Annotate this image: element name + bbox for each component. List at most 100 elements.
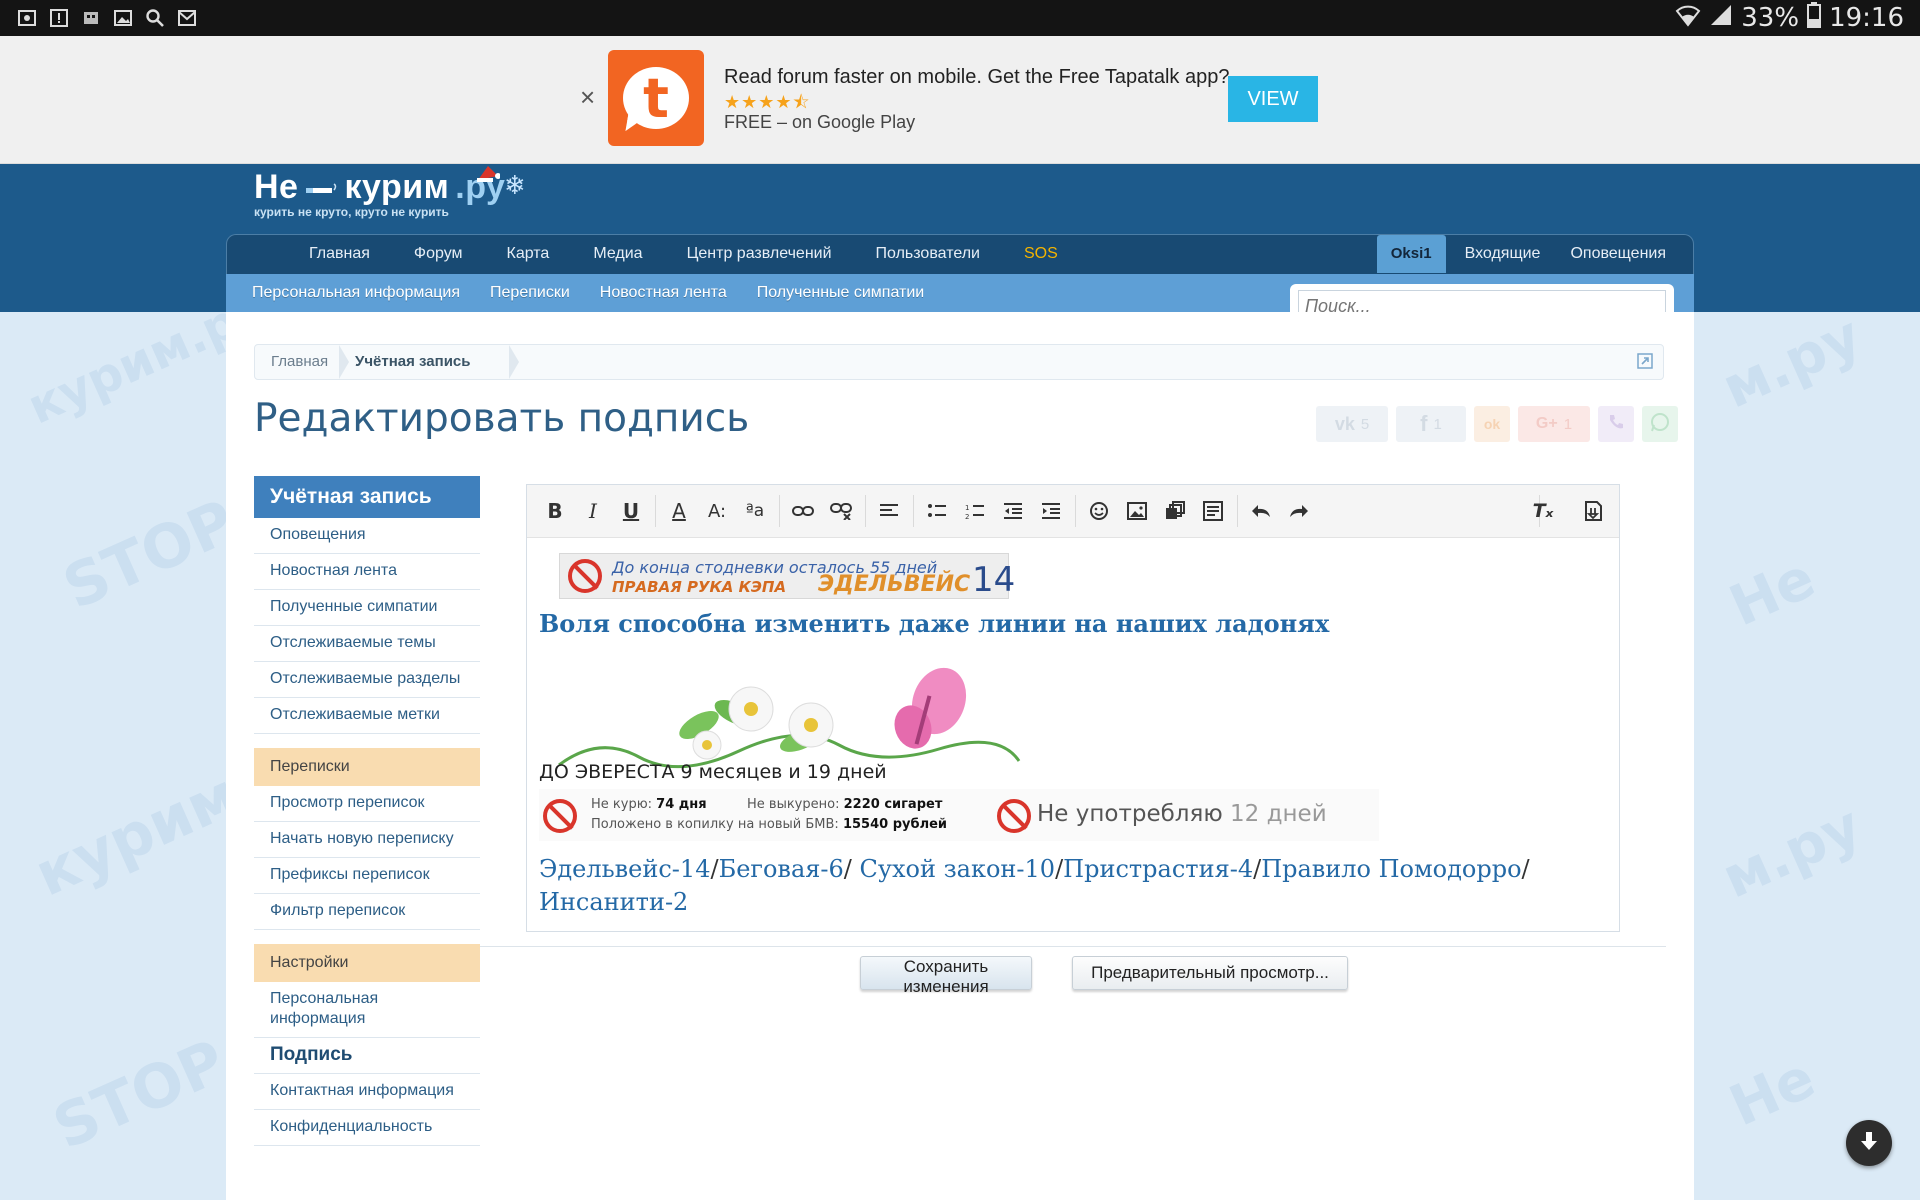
clear-formatting-icon[interactable]: Tₓ [1527,495,1559,527]
clock: 19:16 [1829,3,1904,33]
arrow-down-icon [1857,1129,1881,1158]
nav-tab-sos[interactable]: SOS [1002,235,1080,273]
odnoklassniki-icon: ok [1483,416,1501,432]
indent-icon[interactable] [1035,495,1067,527]
gallery-icon [112,7,134,29]
sidebar-item-news-feed[interactable]: Новостная лента [254,554,480,590]
breadcrumb-separator [339,345,349,379]
status-left-icons [16,7,198,29]
alerts-link[interactable]: Оповещения [1555,235,1681,273]
editor-toolbar: B I U A A: ªa 12 Tₓ [527,485,1619,538]
numbered-list-icon[interactable]: 12 [959,495,991,527]
sidebar-item-alerts[interactable]: Оповещения [254,518,480,554]
link-edelweiss[interactable]: Эдельвейс-14 [539,855,710,883]
redo-icon[interactable] [1283,495,1315,527]
no-smoking-icon [543,799,577,833]
share-vk-button[interactable]: vk 5 [1316,406,1388,442]
undo-icon[interactable] [1245,495,1277,527]
font-family-icon[interactable]: ªa [739,495,771,527]
sidebar-item-watched-forums[interactable]: Отслеживаемые разделы [254,662,480,698]
vk-icon: vk [1334,413,1355,434]
breadcrumb-home[interactable]: Главная [271,345,328,379]
share-facebook-button[interactable]: f 1 [1396,406,1466,442]
daisy-icon [788,702,834,748]
share-buttons: vk 5 f 1 ok G+ 1 [1316,406,1678,442]
page-title: Редактировать подпись [254,396,750,441]
share-viber-button[interactable] [1598,406,1634,442]
insert-block-icon[interactable] [1197,495,1229,527]
user-menu[interactable]: Oksi1 [1376,235,1446,273]
daisy-icon [692,730,722,760]
sidebar-item-signature[interactable]: Подпись [254,1038,480,1074]
snowflake-icon: ❄ [504,170,526,200]
usb-icon [80,7,102,29]
nav-tab-users[interactable]: Пользователи [854,235,1002,273]
watermark: м.ру [1712,303,1871,422]
link-running[interactable]: Беговая-6 [719,855,844,883]
link-icon[interactable] [787,495,819,527]
link-addictions[interactable]: Пристрастия-4 [1063,855,1253,883]
subnav-personal-info[interactable]: Персональная информация [252,274,490,312]
font-size-icon[interactable]: A: [701,495,733,527]
sidebar-item-watched-tags[interactable]: Отслеживаемые метки [254,698,480,734]
link-dry-law[interactable]: Сухой закон-10 [859,855,1055,883]
site-logo[interactable]: Не курим .ру курить не круто, круто не ку… [254,166,526,219]
italic-icon[interactable]: I [577,495,609,527]
tapatalk-banner: × t Read forum faster on mobile. Get the… [0,36,1920,164]
sidebar-item-personal-info[interactable]: Персональная информация [254,982,480,1038]
save-button[interactable]: Сохранить изменения [860,956,1032,996]
underline-icon[interactable]: U [615,495,647,527]
form-divider [480,946,1666,947]
facebook-count: 1 [1433,415,1442,433]
close-banner-button[interactable]: × [580,82,595,113]
account-sidebar: Учётная запись Оповещения Новостная лент… [254,476,480,1146]
nav-tab-media[interactable]: Медиа [571,235,664,273]
subnav-news-feed[interactable]: Новостная лента [600,274,757,312]
unlink-icon[interactable] [825,495,857,527]
subnav-likes[interactable]: Полученные симпатии [757,274,954,312]
bold-icon[interactable]: B [539,495,571,527]
sidebar-heading[interactable]: Учётная запись [254,476,480,518]
tapatalk-logo[interactable]: t [608,50,704,146]
image-icon[interactable] [1121,495,1153,527]
toggle-bbcode-icon[interactable] [1577,495,1609,527]
sidebar-item-contact-info[interactable]: Контактная информация [254,1074,480,1110]
breadcrumb-current[interactable]: Учётная запись [355,345,471,379]
sidebar-item-watched-threads[interactable]: Отслеживаемые темы [254,626,480,662]
link-pomodoro[interactable]: Правило Помодорро [1261,855,1521,883]
sidebar-item-conversation-filter[interactable]: Фильтр переписок [254,894,480,930]
jump-icon[interactable] [1637,353,1653,369]
banner-subtitle: FREE – on Google Play [724,112,916,132]
signature-editor: B I U A A: ªa 12 Tₓ До конца стодневки о… [526,484,1620,932]
smiley-icon[interactable] [1083,495,1115,527]
sidebar-item-view-conversations[interactable]: Просмотр переписок [254,786,480,822]
link-insanity[interactable]: Инсанити-2 [539,888,688,916]
preview-button[interactable]: Предварительный просмотр... [1072,956,1348,990]
sidebar-item-conversation-prefixes[interactable]: Префиксы переписок [254,858,480,894]
santa-hat-icon [476,164,501,182]
nav-tab-home[interactable]: Главная [287,235,392,273]
sidebar-item-new-conversation[interactable]: Начать новую переписку [254,822,480,858]
scroll-down-button[interactable] [1846,1120,1892,1166]
view-app-button[interactable]: VIEW [1228,76,1318,122]
userbar-role-text: ПРАВАЯ РУКА КЭПА [612,578,787,596]
mail-icon [176,7,198,29]
subnav-conversations[interactable]: Переписки [490,274,600,312]
bullet-list-icon[interactable] [921,495,953,527]
share-whatsapp-button[interactable] [1642,406,1678,442]
nav-tab-map[interactable]: Карта [485,235,572,273]
nav-tab-entertainment[interactable]: Центр развлечений [665,235,854,273]
text-color-icon[interactable]: A [663,495,695,527]
sidebar-item-likes[interactable]: Полученные симпатии [254,590,480,626]
align-icon[interactable] [873,495,905,527]
media-icon[interactable] [1159,495,1191,527]
logo-text-right: курим [344,168,450,206]
share-gplus-button[interactable]: G+ 1 [1518,406,1590,442]
share-odnoklassniki-button[interactable]: ok [1474,406,1510,442]
inbox-link[interactable]: Входящие [1450,235,1556,273]
sidebar-item-privacy[interactable]: Конфиденциальность [254,1110,480,1146]
watermark: STOP [53,486,246,624]
not-using-days: 12 дней [1230,801,1327,827]
nav-tab-forum[interactable]: Форум [392,235,485,273]
outdent-icon[interactable] [997,495,1029,527]
